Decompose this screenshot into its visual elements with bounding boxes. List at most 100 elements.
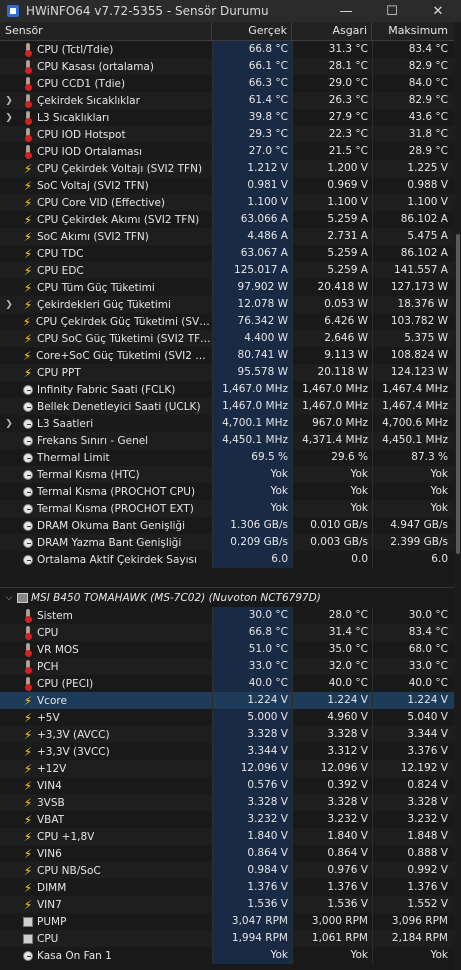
sensor-label: SoC Voltaj (SVI2 TFN) [37, 179, 149, 192]
lightning-bolt-icon: ⚡ [23, 212, 33, 227]
sensor-row[interactable]: ⚡ CPU EDC 125.017 A 5.259 A 141.557 A [0, 262, 454, 279]
lightning-bolt-icon: ⚡ [23, 812, 33, 827]
sensor-row[interactable]: ⚡ CPU Core VID (Effective) 1.100 V 1.100 V1… [0, 194, 454, 211]
sensor-row[interactable]: ⚡ Core+SoC Güç Tüketimi (SVI2 TFN) 80.741 … [0, 347, 454, 364]
sensor-row[interactable]: ❯ L3 Sıcaklıkları 39.8 °C 27.9 °C 43.6 °C [0, 109, 454, 126]
max-value: 0.992 V [372, 862, 452, 879]
sensor-row[interactable]: CPU 1,994 RPM 1,061 RPM 2,184 RPM [0, 930, 454, 947]
current-value: 1,467.0 MHz [212, 398, 292, 415]
max-value: 127.173 W [372, 279, 452, 296]
sensor-label: Core+SoC Güç Tüketimi (SVI2 TFN) [36, 349, 212, 362]
sensor-row[interactable]: PCH 33.0 °C 32.0 °C 33.0 °C [0, 658, 454, 675]
sensor-row[interactable]: ⚡ +3,3V (AVCC) 3.328 V 3.328 V 3.344 V [0, 726, 454, 743]
sensor-row[interactable]: ⚡ CPU Tüm Güç Tüketimi 97.902 W 20.418 W 127… [0, 279, 454, 296]
min-value: 4,371.4 MHz [292, 432, 372, 449]
sensor-row[interactable]: ⚡ 3VSB 3.328 V 3.328 V 3.328 V [0, 794, 454, 811]
title-bar: HWiNFO64 v7.72-5355 - Sensör Durumu — ☐ … [0, 0, 461, 22]
lightning-bolt-icon: ⚡ [23, 846, 33, 861]
min-value: 32.0 °C [292, 658, 372, 675]
sensor-row[interactable]: ⚡ VIN7 1.536 V 1.536 V 1.552 V [0, 896, 454, 913]
sensor-row[interactable]: DRAM Yazma Bant Genişliği 0.209 GB/s 0.003… [0, 534, 454, 551]
vertical-scrollbar[interactable] [454, 22, 461, 970]
current-value: 66.1 °C [212, 58, 292, 75]
lightning-bolt-icon: ⚡ [23, 795, 33, 810]
thermometer-icon [22, 676, 34, 691]
sensor-row[interactable]: ⚡ VIN6 0.864 V 0.864 V 0.888 V [0, 845, 454, 862]
sensor-row[interactable]: ⚡ CPU PPT 95.578 W 20.118 W 124.123 W [0, 364, 454, 381]
sensor-row[interactable]: ⚡ +12V 12.096 V 12.096 V 12.192 V [0, 760, 454, 777]
clock-icon [22, 536, 34, 550]
lightning-bolt-icon: ⚡ [23, 263, 33, 278]
min-value: 0.053 W [292, 296, 372, 313]
sensor-row[interactable]: Sistem 30.0 °C 28.0 °C 30.0 °C [0, 607, 454, 624]
expand-chevron-icon[interactable]: ❯ [4, 300, 14, 310]
max-column-header[interactable]: Maksimum [372, 22, 452, 40]
sensor-row[interactable]: Termal Kısma (PROCHOT EXT) Yok Yok Yok [0, 500, 454, 517]
sensor-row[interactable]: ⚡ VBAT 3.232 V 3.232 V 3.232 V [0, 811, 454, 828]
collapse-chevron-icon[interactable]: ⌵ [4, 593, 14, 603]
expand-chevron-icon[interactable]: ❯ [4, 96, 14, 106]
sensor-row[interactable]: PUMP 3,047 RPM 3,000 RPM 3,096 RPM [0, 913, 454, 930]
sensor-row[interactable]: Termal Kısma (PROCHOT CPU) Yok Yok Yok [0, 483, 454, 500]
min-value: 1.200 V [292, 160, 372, 177]
max-value: 5.475 A [372, 228, 452, 245]
expand-chevron-icon[interactable]: ❯ [4, 419, 14, 429]
maximize-button[interactable]: ☐ [369, 0, 415, 22]
min-column-header[interactable]: Asgari [292, 22, 372, 40]
sensor-row[interactable]: ⚡ CPU TDC 63.067 A 5.259 A 86.102 A [0, 245, 454, 262]
current-value: Yok [212, 483, 292, 500]
sensor-row[interactable]: ❯ ⚡ Çekirdekleri Güç Tüketimi 12.078 W 0.053… [0, 296, 454, 313]
min-value: 1.100 V [292, 194, 372, 211]
sensor-label: Infinity Fabric Saati (FCLK) [37, 383, 176, 396]
sensor-group-header[interactable]: ⌵ MSI B450 TOMAHAWK (MS-7C02) (Nuvoton NC… [0, 587, 454, 607]
min-value: 3.232 V [292, 811, 372, 828]
sensor-row[interactable]: VR MOS 51.0 °C 35.0 °C 68.0 °C [0, 641, 454, 658]
sensor-row[interactable]: Kasa Ön Fan 1 Yok Yok Yok [0, 947, 454, 964]
hwinfo-app-icon[interactable] [6, 4, 20, 18]
sensor-row[interactable]: ⚡ SoC Akımı (SVI2 TFN) 4.486 A 2.731 A 5.475… [0, 228, 454, 245]
max-value: 30.0 °C [372, 607, 452, 624]
sensor-row[interactable]: CPU IOD Ortalaması 27.0 °C 21.5 °C 28.9 °C [0, 143, 454, 160]
current-value: 51.0 °C [212, 641, 292, 658]
sensor-row[interactable]: ⚡ CPU +1,8V 1.840 V 1.840 V 1.848 V [0, 828, 454, 845]
sensor-row[interactable]: DRAM Okuma Bant Genişliği 1.306 GB/s 0.010… [0, 517, 454, 534]
min-value: 20.118 W [292, 364, 372, 381]
sensor-row[interactable]: ⚡ +5V 5.000 V 4.960 V 5.040 V [0, 709, 454, 726]
sensor-row[interactable]: ⚡ SoC Voltaj (SVI2 TFN) 0.981 V 0.969 V 0.98… [0, 177, 454, 194]
sensor-column-header[interactable]: Sensör [0, 22, 212, 40]
sensor-row[interactable]: Infinity Fabric Saati (FCLK) 1,467.0 MHz 1… [0, 381, 454, 398]
sensor-row[interactable]: ⚡ CPU SoC Güç Tüketimi (SVI2 TFN) 4.400 W2… [0, 330, 454, 347]
sensor-row[interactable]: CPU (PECI) 40.0 °C 40.0 °C 40.0 °C [0, 675, 454, 692]
sensor-row[interactable]: ⚡ DIMM 1.376 V 1.376 V 1.376 V [0, 879, 454, 896]
sensor-row[interactable]: Bellek Denetleyici Saati (UCLK) 1,467.0 M… [0, 398, 454, 415]
sensor-row[interactable]: ⚡ CPU Çekirdek Akımı (SVI2 TFN) 63.066 A 5.… [0, 211, 454, 228]
scrollbar-thumb[interactable] [456, 234, 460, 554]
sensor-row[interactable]: Thermal Limit 69.5 % 29.6 % 87.3 % [0, 449, 454, 466]
sensor-row[interactable]: CPU CCD1 (Tdie) 66.3 °C 29.0 °C 84.0 °C [0, 75, 454, 92]
expand-chevron-icon[interactable]: ❯ [4, 113, 14, 123]
sensor-label: CPU IOD Ortalaması [37, 145, 143, 158]
sensor-row[interactable]: ❯ Çekirdek Sıcaklıklar 61.4 °C 26.3 °C 82.9 … [0, 92, 454, 109]
sensor-row[interactable]: Termal Kısma (HTC) Yok Yok Yok [0, 466, 454, 483]
clock-icon [22, 468, 34, 482]
sensor-row[interactable]: ⚡ Vcore 1.224 V 1.224 V 1.224 V [0, 692, 454, 709]
sensor-label: L3 Sıcaklıkları [37, 111, 110, 124]
sensor-row[interactable]: CPU Kasası (ortalama) 66.1 °C 28.1 °C 82.9 … [0, 58, 454, 75]
current-value: 4.400 W [212, 330, 292, 347]
close-button[interactable]: ✕ [415, 0, 461, 22]
sensor-row[interactable]: ⚡ VIN4 0.576 V 0.392 V 0.824 V [0, 777, 454, 794]
minimize-button[interactable]: — [323, 0, 369, 22]
sensor-row[interactable]: ⚡ CPU Çekirdek Güç Tüketimi (SVI2 ... 76.3… [0, 313, 454, 330]
sensor-row[interactable]: CPU IOD Hotspot 29.3 °C 22.3 °C 31.8 °C [0, 126, 454, 143]
sensor-row[interactable]: Ortalama Aktif Çekirdek Sayısı 6.0 0.0 6.0 [0, 551, 454, 568]
sensor-row[interactable]: CPU 66.8 °C 31.4 °C 83.4 °C [0, 624, 454, 641]
current-value: 0.209 GB/s [212, 534, 292, 551]
sensor-row[interactable]: CPU (Tctl/Tdie) 66.8 °C 31.3 °C 83.4 °C [0, 41, 454, 58]
current-column-header[interactable]: Gerçek [212, 22, 292, 40]
sensor-row[interactable]: ⚡ +3,3V (3VCC) 3.344 V 3.312 V 3.376 V [0, 743, 454, 760]
sensor-row[interactable]: ⚡ CPU Çekirdek Voltajı (SVI2 TFN) 1.212 V1… [0, 160, 454, 177]
sensor-row[interactable]: Frekans Sınırı - Genel 4,450.1 MHz 4,371.4… [0, 432, 454, 449]
sensor-list[interactable]: CPU (Tctl/Tdie) 66.8 °C 31.3 °C 83.4 °C CPU … [0, 41, 454, 970]
sensor-row[interactable]: ❯ L3 Saatleri 4,700.1 MHz 967.0 MHz 4,700.6 … [0, 415, 454, 432]
sensor-row[interactable]: ⚡ CPU NB/SoC 0.984 V 0.976 V 0.992 V [0, 862, 454, 879]
